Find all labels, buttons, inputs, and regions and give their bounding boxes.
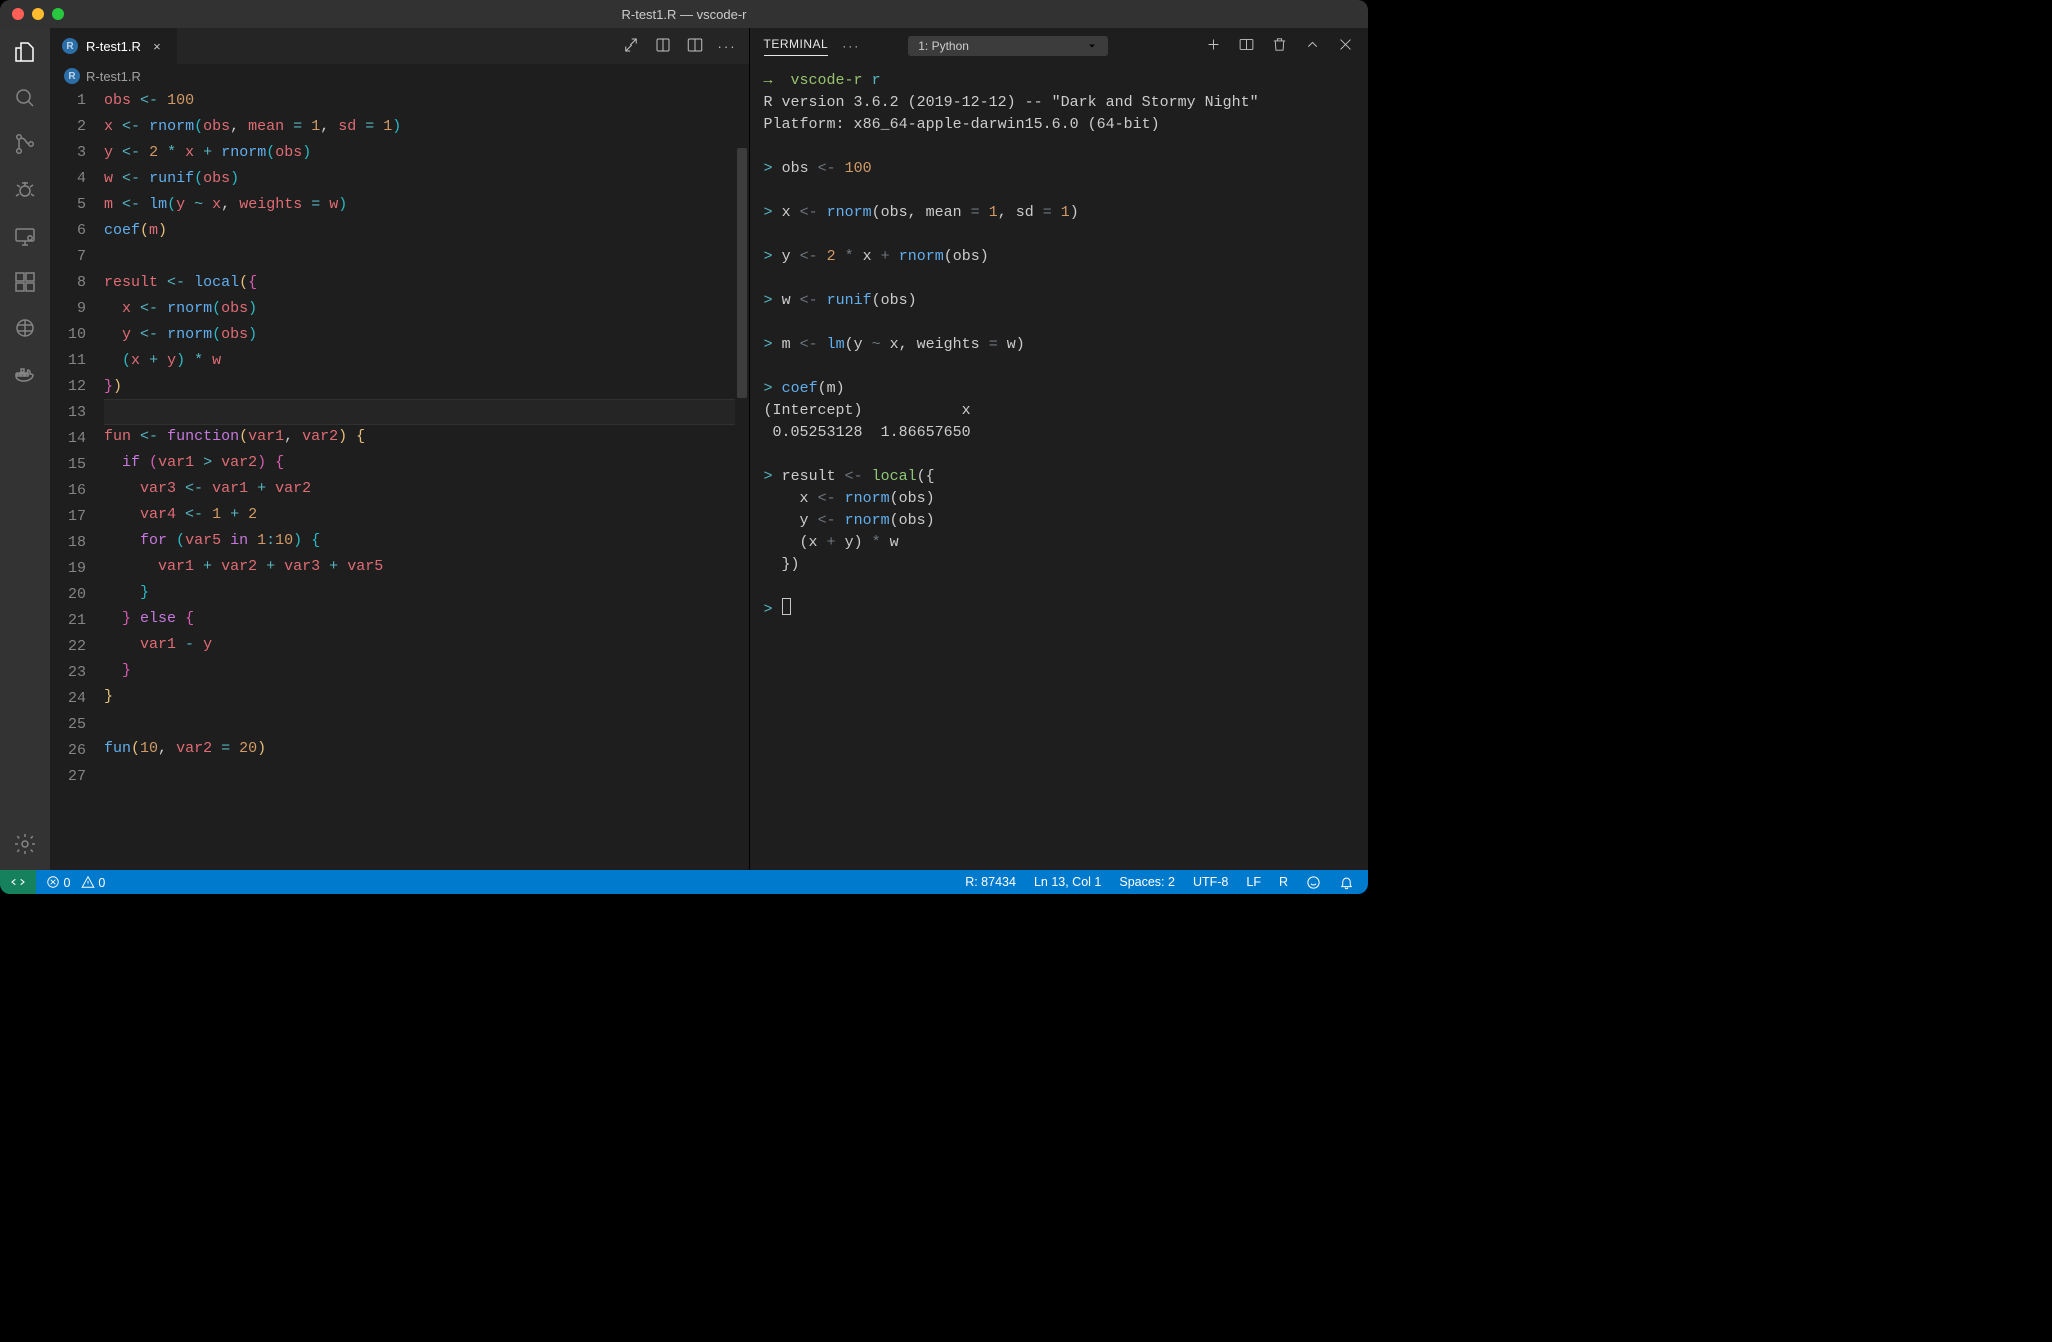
code-editor[interactable]: 1234567891011121314151617181920212223242… (50, 88, 749, 870)
settings-gear-icon[interactable] (11, 830, 39, 858)
line-gutter: 1234567891011121314151617181920212223242… (50, 88, 104, 870)
language-mode[interactable]: R (1279, 875, 1288, 889)
split-terminal-icon[interactable] (1238, 36, 1255, 56)
split-editor-icon[interactable] (686, 36, 704, 57)
r-file-icon: R (64, 68, 80, 84)
panel-tab-terminal[interactable]: TERMINAL (764, 37, 829, 56)
status-bar: 0 0 R: 87434 Ln 13, Col 1 Spaces: 2 UTF-… (0, 870, 1368, 894)
overview-ruler[interactable] (735, 88, 749, 870)
more-actions-icon[interactable]: ··· (718, 39, 737, 54)
new-terminal-icon[interactable] (1205, 36, 1222, 56)
panel-header: TERMINAL ··· 1: Python (750, 28, 1368, 64)
titlebar: R-test1.R — vscode-r (0, 0, 1368, 28)
window-close-icon[interactable] (12, 8, 24, 20)
r-file-icon: R (62, 38, 78, 54)
panel-more-icon[interactable]: ··· (842, 39, 860, 53)
open-changes-icon[interactable] (622, 36, 640, 57)
remote-indicator[interactable] (0, 870, 36, 894)
notifications-icon[interactable] (1339, 875, 1354, 890)
scrollbar-thumb[interactable] (737, 148, 747, 398)
terminal-select-label: 1: Python (918, 39, 969, 53)
panel-close-icon[interactable] (1337, 36, 1354, 56)
kill-terminal-icon[interactable] (1271, 36, 1288, 56)
terminal-select[interactable]: 1: Python (908, 36, 1108, 56)
terminal-pane: TERMINAL ··· 1: Python (749, 28, 1368, 870)
activity-bar (0, 28, 50, 870)
run-debug-icon[interactable] (11, 176, 39, 204)
r-session-status[interactable]: R: 87434 (965, 875, 1016, 889)
search-icon[interactable] (11, 84, 39, 112)
extensions-icon[interactable] (11, 268, 39, 296)
editor-tab-label: R-test1.R (86, 39, 141, 54)
breadcrumb[interactable]: R R-test1.R (50, 64, 749, 88)
source-control-icon[interactable] (11, 130, 39, 158)
editor-pane: R R-test1.R × ··· R R-test1.R (50, 28, 749, 870)
compare-icon[interactable] (654, 36, 672, 57)
window-minimize-icon[interactable] (32, 8, 44, 20)
problems-status[interactable]: 0 0 (46, 875, 105, 890)
cursor-position[interactable]: Ln 13, Col 1 (1034, 875, 1101, 889)
chevron-up-icon[interactable] (1304, 36, 1321, 56)
window-title: R-test1.R — vscode-r (0, 7, 1368, 22)
code-lines[interactable]: obs <- 100x <- rnorm(obs, mean = 1, sd =… (104, 88, 735, 870)
editor-tab-bar: R R-test1.R × ··· (50, 28, 749, 64)
explorer-icon[interactable] (11, 38, 39, 66)
indentation-status[interactable]: Spaces: 2 (1119, 875, 1175, 889)
graph-icon[interactable] (11, 314, 39, 342)
terminal-output[interactable]: → vscode-r r R version 3.6.2 (2019-12-12… (750, 64, 1368, 870)
encoding-status[interactable]: UTF-8 (1193, 875, 1228, 889)
remote-explorer-icon[interactable] (11, 222, 39, 250)
docker-icon[interactable] (11, 360, 39, 388)
editor-tab[interactable]: R R-test1.R × (50, 28, 178, 64)
eol-status[interactable]: LF (1246, 875, 1261, 889)
breadcrumb-label: R-test1.R (86, 69, 141, 84)
feedback-icon[interactable] (1306, 875, 1321, 890)
close-tab-icon[interactable]: × (149, 39, 165, 54)
window-zoom-icon[interactable] (52, 8, 64, 20)
